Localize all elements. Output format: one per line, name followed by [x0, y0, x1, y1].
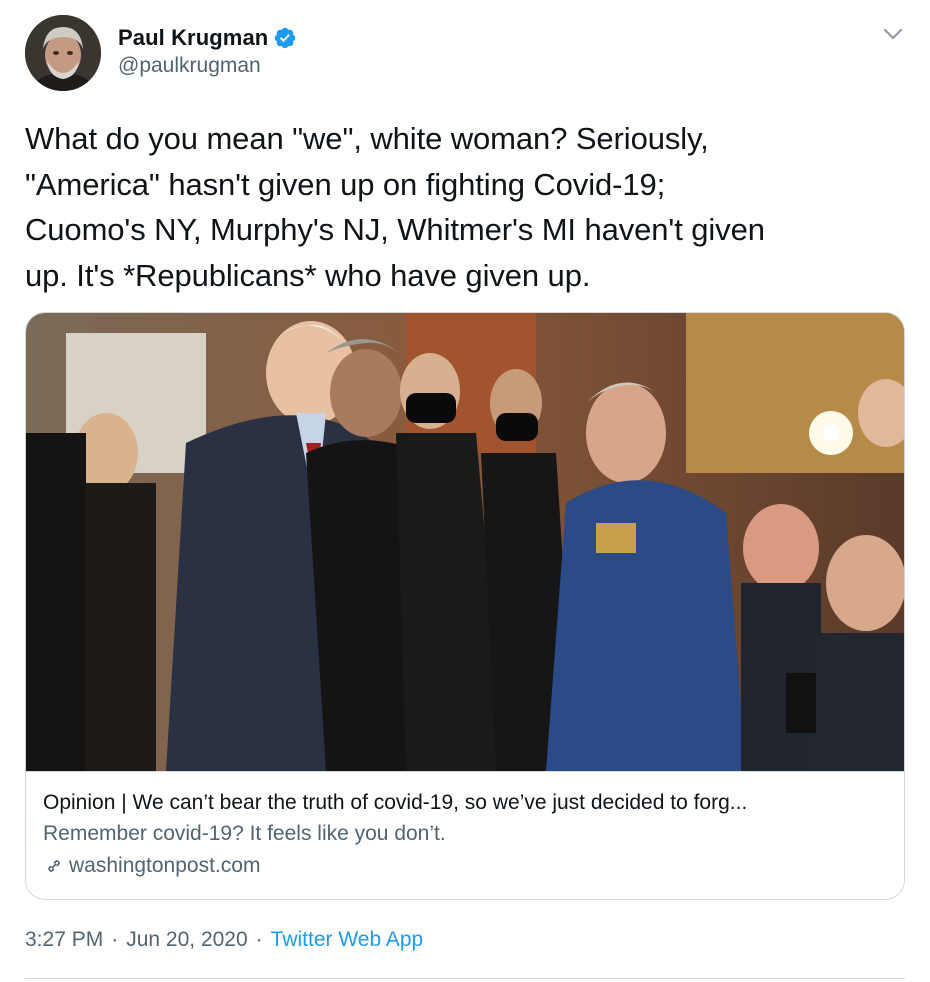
author-handle[interactable]: @paulkrugman: [118, 54, 261, 78]
avatar[interactable]: [25, 15, 101, 91]
chevron-down-icon[interactable]: [880, 24, 906, 44]
tweet-text: What do you mean "we", white woman? Seri…: [25, 121, 765, 293]
meta-separator: ·: [111, 928, 119, 951]
meta-separator: ·: [255, 928, 263, 951]
author-name-row[interactable]: Paul Krugman: [118, 23, 297, 53]
card-domain[interactable]: washingtonpost.com: [43, 854, 260, 878]
card-title[interactable]: Opinion | We can’t bear the truth of cov…: [43, 791, 893, 815]
tweet-date[interactable]: Jun 20, 2020: [126, 928, 247, 952]
avatar-photo: [25, 15, 101, 91]
tweet-time[interactable]: 3:27 PM: [25, 928, 103, 952]
card-domain-text: washingtonpost.com: [69, 854, 261, 877]
link-icon: [48, 860, 60, 872]
card-description: Remember covid-19? It feels like you don…: [43, 822, 446, 845]
verified-badge-icon: [275, 27, 296, 49]
link-card[interactable]: Opinion | We can’t bear the truth of cov…: [25, 312, 905, 900]
author-display-name[interactable]: Paul Krugman: [118, 25, 268, 51]
card-image[interactable]: [26, 313, 904, 772]
tweet-meta: 3:27 PM · Jun 20, 2020 · Twitter Web App: [25, 928, 423, 952]
tweet-source-link[interactable]: Twitter Web App: [271, 928, 424, 952]
article-photo: [26, 313, 904, 771]
divider: [25, 978, 905, 979]
tweet: Paul Krugman @paulkrugman What do you me…: [0, 0, 930, 982]
